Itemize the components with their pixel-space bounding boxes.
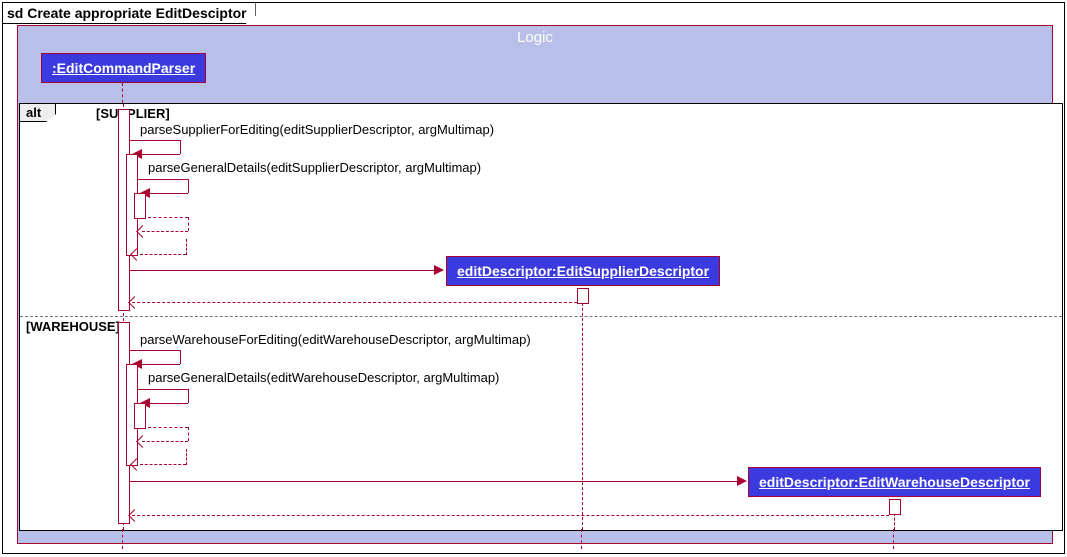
- supplier-lifeline-bottom: [581, 529, 582, 549]
- create-warehouse-arrow: [737, 476, 747, 486]
- create-warehouse-line: [130, 481, 739, 482]
- return-s1-v: [186, 239, 187, 255]
- logic-title: Logic: [18, 29, 1052, 46]
- alt-divider: [20, 316, 1062, 317]
- parser-lifeline-top: [122, 83, 123, 103]
- selfcall-s2-v: [188, 179, 189, 193]
- msg-parse-general-warehouse: parseGeneralDetails(editWarehouseDescrip…: [148, 370, 499, 385]
- selfcall-w2-top: [138, 389, 188, 390]
- selfcall-w1-bot: [142, 364, 180, 365]
- supplier-lifeline-header: editDescriptor:EditSupplierDescriptor: [446, 256, 720, 286]
- parser-activation-w2: [134, 403, 146, 429]
- supplier-activation: [577, 288, 589, 304]
- warehouse-activation: [889, 499, 901, 515]
- supplier-lifeline: [582, 288, 583, 530]
- return-s1-top: [140, 254, 186, 255]
- msg-parse-warehouse: parseWarehouseForEditing(editWarehouseDe…: [140, 332, 531, 347]
- selfcall-w2-bot: [150, 403, 188, 404]
- selfcall-s2-top: [138, 179, 188, 180]
- create-supplier-arrow: [434, 265, 444, 275]
- return-w1-v: [186, 449, 187, 465]
- return-supplier-arrow: [128, 296, 141, 309]
- return-w2-top: [148, 427, 188, 428]
- warehouse-lifeline-bottom: [893, 529, 894, 549]
- alt-label: alt: [20, 104, 56, 122]
- selfcall-w1-v: [180, 350, 181, 364]
- return-warehouse-line: [132, 515, 889, 516]
- return-w1-top: [140, 464, 186, 465]
- parser-activation-s2: [134, 193, 146, 219]
- return-w2-arrow: [136, 435, 149, 448]
- selfcall-s2-bot: [150, 193, 188, 194]
- return-warehouse-arrow: [128, 509, 141, 522]
- parser-lifeline-header: :EditCommandParser: [41, 53, 206, 83]
- guard-supplier: [SUPPLIER]: [96, 106, 170, 121]
- selfcall-s1-bot: [142, 154, 180, 155]
- msg-parse-supplier: parseSupplierForEditing(editSupplierDesc…: [140, 122, 494, 137]
- diagram-frame-label: sd Create appropriate EditDesciptor: [3, 3, 256, 24]
- selfcall-w2-v: [188, 389, 189, 403]
- return-s2-arrow: [136, 225, 149, 238]
- return-w2-v: [188, 427, 189, 441]
- diagram-frame: sd Create appropriate EditDesciptor Logi…: [2, 2, 1065, 554]
- selfcall-w1-top: [130, 350, 180, 351]
- warehouse-lifeline-header: editDescriptor:EditWarehouseDescriptor: [748, 467, 1041, 497]
- return-supplier-line: [132, 302, 577, 303]
- selfcall-s1-v: [180, 140, 181, 154]
- parser-lifeline-bottom: [122, 529, 123, 549]
- msg-parse-general-supplier: parseGeneralDetails(editSupplierDescript…: [148, 160, 481, 175]
- return-s2-v: [188, 217, 189, 231]
- guard-warehouse: [WAREHOUSE]: [26, 319, 120, 334]
- selfcall-s1-top: [130, 140, 180, 141]
- create-supplier-line: [130, 270, 436, 271]
- return-s2-top: [148, 217, 188, 218]
